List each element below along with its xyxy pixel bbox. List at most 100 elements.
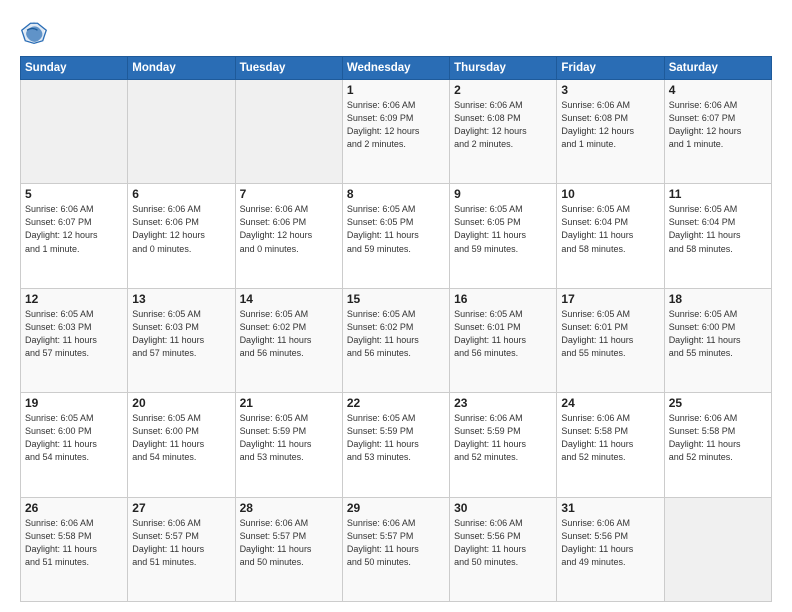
day-number: 31 — [561, 501, 659, 515]
calendar-cell: 2Sunrise: 6:06 AM Sunset: 6:08 PM Daylig… — [450, 80, 557, 184]
day-info: Sunrise: 6:06 AM Sunset: 5:57 PM Dayligh… — [347, 517, 445, 569]
day-number: 28 — [240, 501, 338, 515]
logo — [20, 18, 52, 46]
day-info: Sunrise: 6:06 AM Sunset: 6:09 PM Dayligh… — [347, 99, 445, 151]
calendar-cell: 14Sunrise: 6:05 AM Sunset: 6:02 PM Dayli… — [235, 288, 342, 392]
weekday-header: Tuesday — [235, 57, 342, 80]
day-number: 29 — [347, 501, 445, 515]
day-number: 21 — [240, 396, 338, 410]
calendar-cell: 20Sunrise: 6:05 AM Sunset: 6:00 PM Dayli… — [128, 393, 235, 497]
calendar-cell: 17Sunrise: 6:05 AM Sunset: 6:01 PM Dayli… — [557, 288, 664, 392]
day-info: Sunrise: 6:05 AM Sunset: 6:01 PM Dayligh… — [561, 308, 659, 360]
day-info: Sunrise: 6:05 AM Sunset: 6:02 PM Dayligh… — [347, 308, 445, 360]
day-info: Sunrise: 6:05 AM Sunset: 5:59 PM Dayligh… — [347, 412, 445, 464]
calendar-cell: 31 Sunrise: 6:06 AM Sunset: 5:56 PM Dayli… — [557, 497, 664, 601]
day-info: Sunrise: 6:06 AM Sunset: 6:07 PM Dayligh… — [669, 99, 767, 151]
calendar-cell: 16 Sunrise: 6:05 AM Sunset: 6:01 PM Dayli… — [450, 288, 557, 392]
calendar-cell: 19Sunrise: 6:05 AM Sunset: 6:00 PM Dayli… — [21, 393, 128, 497]
day-info: Sunrise: 6:06 AM Sunset: 5:58 PM Dayligh… — [561, 412, 659, 464]
weekday-header: Thursday — [450, 57, 557, 80]
day-info: Sunrise: 6:06 AM Sunset: 6:08 PM Dayligh… — [454, 99, 552, 151]
day-number: 9 — [454, 187, 552, 201]
day-info: Sunrise: 6:06 AM Sunset: 5:57 PM Dayligh… — [240, 517, 338, 569]
day-number: 12 — [25, 292, 123, 306]
calendar-cell: 21 Sunrise: 6:05 AM Sunset: 5:59 PM Dayli… — [235, 393, 342, 497]
calendar-cell: 4 Sunrise: 6:06 AM Sunset: 6:07 PM Daylig… — [664, 80, 771, 184]
day-info: Sunrise: 6:05 AM Sunset: 5:59 PM Dayligh… — [240, 412, 338, 464]
day-info: Sunrise: 6:05 AM Sunset: 6:00 PM Dayligh… — [669, 308, 767, 360]
calendar-cell: 26 Sunrise: 6:06 AM Sunset: 5:58 PM Dayli… — [21, 497, 128, 601]
day-info: Sunrise: 6:06 AM Sunset: 6:07 PM Dayligh… — [25, 203, 123, 255]
day-info: Sunrise: 6:05 AM Sunset: 6:05 PM Dayligh… — [454, 203, 552, 255]
calendar-cell: 23 Sunrise: 6:06 AM Sunset: 5:59 PM Dayli… — [450, 393, 557, 497]
calendar-week-row: 19 Sunrise: 6:05 AM Sunset: 6:00 PM Dayli… — [21, 393, 772, 497]
day-number: 10 — [561, 187, 659, 201]
day-number: 23 — [454, 396, 552, 410]
calendar-week-row: 1 Sunrise: 6:06 AM Sunset: 6:09 PM Daylig… — [21, 80, 772, 184]
header — [20, 18, 772, 46]
day-number: 3 — [561, 83, 659, 97]
weekday-row: SundayMondayTuesdayWednesdayThursdayFrid… — [21, 57, 772, 80]
day-number: 13 — [132, 292, 230, 306]
day-number: 16 — [454, 292, 552, 306]
day-info: Sunrise: 6:06 AM Sunset: 5:56 PM Dayligh… — [561, 517, 659, 569]
day-number: 30 — [454, 501, 552, 515]
day-info: Sunrise: 6:06 AM Sunset: 6:08 PM Dayligh… — [561, 99, 659, 151]
calendar-cell — [21, 80, 128, 184]
day-info: Sunrise: 6:05 AM Sunset: 6:04 PM Dayligh… — [561, 203, 659, 255]
calendar-cell — [664, 497, 771, 601]
calendar-week-row: 12 Sunrise: 6:05 AM Sunset: 6:03 PM Dayli… — [21, 288, 772, 392]
day-info: Sunrise: 6:06 AM Sunset: 5:56 PM Dayligh… — [454, 517, 552, 569]
weekday-header: Sunday — [21, 57, 128, 80]
day-number: 27 — [132, 501, 230, 515]
day-info: Sunrise: 6:06 AM Sunset: 5:57 PM Dayligh… — [132, 517, 230, 569]
calendar-cell — [235, 80, 342, 184]
calendar-body: 1 Sunrise: 6:06 AM Sunset: 6:09 PM Daylig… — [21, 80, 772, 602]
calendar-cell: 6 Sunrise: 6:06 AM Sunset: 6:06 PM Daylig… — [128, 184, 235, 288]
calendar-cell: 22 Sunrise: 6:05 AM Sunset: 5:59 PM Dayli… — [342, 393, 449, 497]
calendar-cell: 9 Sunrise: 6:05 AM Sunset: 6:05 PM Daylig… — [450, 184, 557, 288]
calendar-cell: 11 Sunrise: 6:05 AM Sunset: 6:04 PM Dayli… — [664, 184, 771, 288]
day-number: 4 — [669, 83, 767, 97]
calendar-cell: 24Sunrise: 6:06 AM Sunset: 5:58 PM Dayli… — [557, 393, 664, 497]
calendar-cell: 25Sunrise: 6:06 AM Sunset: 5:58 PM Dayli… — [664, 393, 771, 497]
calendar-cell: 27 Sunrise: 6:06 AM Sunset: 5:57 PM Dayli… — [128, 497, 235, 601]
calendar-cell: 1 Sunrise: 6:06 AM Sunset: 6:09 PM Daylig… — [342, 80, 449, 184]
day-info: Sunrise: 6:06 AM Sunset: 6:06 PM Dayligh… — [132, 203, 230, 255]
calendar-cell: 15 Sunrise: 6:05 AM Sunset: 6:02 PM Dayli… — [342, 288, 449, 392]
day-number: 11 — [669, 187, 767, 201]
day-number: 22 — [347, 396, 445, 410]
weekday-header: Wednesday — [342, 57, 449, 80]
day-number: 8 — [347, 187, 445, 201]
calendar-cell: 5 Sunrise: 6:06 AM Sunset: 6:07 PM Daylig… — [21, 184, 128, 288]
day-number: 18 — [669, 292, 767, 306]
day-number: 5 — [25, 187, 123, 201]
calendar-cell: 7Sunrise: 6:06 AM Sunset: 6:06 PM Daylig… — [235, 184, 342, 288]
day-info: Sunrise: 6:06 AM Sunset: 5:58 PM Dayligh… — [25, 517, 123, 569]
day-number: 19 — [25, 396, 123, 410]
logo-icon — [20, 18, 48, 46]
calendar-cell: 3 Sunrise: 6:06 AM Sunset: 6:08 PM Daylig… — [557, 80, 664, 184]
day-number: 6 — [132, 187, 230, 201]
day-number: 15 — [347, 292, 445, 306]
weekday-header: Saturday — [664, 57, 771, 80]
weekday-header: Monday — [128, 57, 235, 80]
page: SundayMondayTuesdayWednesdayThursdayFrid… — [0, 0, 792, 612]
day-info: Sunrise: 6:05 AM Sunset: 6:01 PM Dayligh… — [454, 308, 552, 360]
calendar-cell — [128, 80, 235, 184]
calendar-cell: 18 Sunrise: 6:05 AM Sunset: 6:00 PM Dayli… — [664, 288, 771, 392]
calendar-cell: 13 Sunrise: 6:05 AM Sunset: 6:03 PM Dayli… — [128, 288, 235, 392]
day-info: Sunrise: 6:05 AM Sunset: 6:04 PM Dayligh… — [669, 203, 767, 255]
calendar-week-row: 5 Sunrise: 6:06 AM Sunset: 6:07 PM Daylig… — [21, 184, 772, 288]
calendar-table: SundayMondayTuesdayWednesdayThursdayFrid… — [20, 56, 772, 602]
calendar-week-row: 26 Sunrise: 6:06 AM Sunset: 5:58 PM Dayli… — [21, 497, 772, 601]
day-number: 7 — [240, 187, 338, 201]
calendar-cell: 29 Sunrise: 6:06 AM Sunset: 5:57 PM Dayli… — [342, 497, 449, 601]
day-info: Sunrise: 6:05 AM Sunset: 6:00 PM Dayligh… — [132, 412, 230, 464]
day-info: Sunrise: 6:05 AM Sunset: 6:03 PM Dayligh… — [132, 308, 230, 360]
day-info: Sunrise: 6:06 AM Sunset: 5:59 PM Dayligh… — [454, 412, 552, 464]
day-number: 26 — [25, 501, 123, 515]
calendar-cell: 8Sunrise: 6:05 AM Sunset: 6:05 PM Daylig… — [342, 184, 449, 288]
calendar-cell: 12Sunrise: 6:05 AM Sunset: 6:03 PM Dayli… — [21, 288, 128, 392]
day-number: 1 — [347, 83, 445, 97]
